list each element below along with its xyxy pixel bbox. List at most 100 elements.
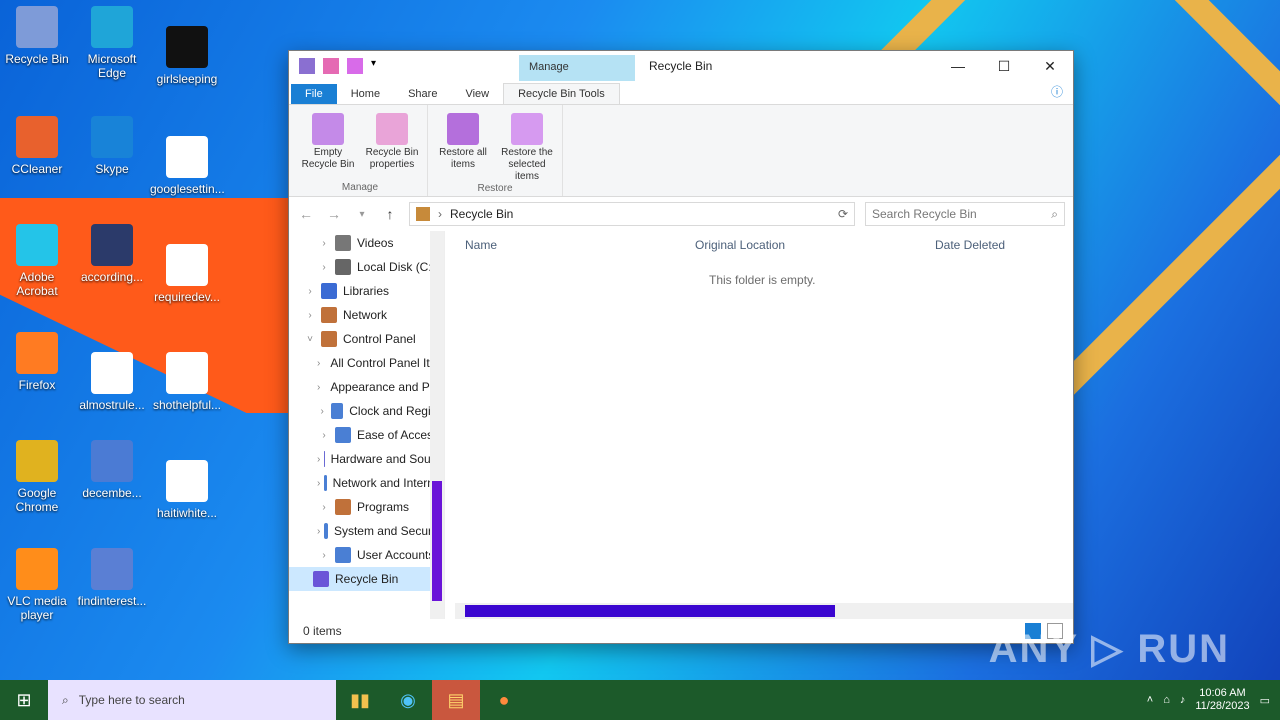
expand-chevron-icon[interactable]: › [317,406,327,417]
nav-tree-item[interactable]: › System and Security [289,519,444,543]
expand-chevron-icon[interactable]: › [317,238,331,249]
notification-icon[interactable]: ▭ [1260,694,1270,707]
tab-recycle-bin-tools[interactable]: Recycle Bin Tools [503,83,620,104]
nav-tree-item[interactable]: › Libraries [289,279,444,303]
desktop-icon-label: Skype [95,162,129,176]
tab-home[interactable]: Home [337,84,394,104]
address-bar[interactable]: › Recycle Bin ⟳ [409,202,855,226]
refresh-icon[interactable]: ⟳ [838,207,848,221]
new-folder-icon[interactable] [347,58,363,74]
nav-tree-item[interactable]: › Appearance and Personalization [289,375,444,399]
expand-chevron-icon[interactable]: › [317,358,320,369]
desktop-icon[interactable]: almostrule... [75,352,149,412]
folder-icon [321,331,337,347]
contextual-tool-tab[interactable]: Manage [519,55,635,81]
start-button[interactable]: ⊞ [0,680,48,720]
column-name[interactable]: Name [445,238,675,252]
expand-chevron-icon[interactable]: › [303,310,317,321]
desktop-icon[interactable]: according... [75,224,149,284]
desktop-icon[interactable]: Google Chrome [0,440,74,514]
nav-tree-item[interactable]: › Clock and Region [289,399,444,423]
desktop-icon[interactable]: requiredev... [150,244,224,304]
desktop-icon[interactable]: girlsleeping [150,26,224,86]
expand-chevron-icon[interactable]: ˅ [303,334,317,345]
forward-arrow-icon[interactable]: → [325,206,343,222]
recent-chevron-icon[interactable]: ▾ [353,209,371,220]
expand-chevron-icon[interactable]: › [317,430,331,441]
volume-icon[interactable]: ♪ [1180,694,1186,706]
nav-tree-item[interactable]: › Videos [289,231,444,255]
scroll-thumb[interactable] [432,481,442,601]
folder-icon [335,259,351,275]
edge-icon [91,6,133,48]
desktop-icon-label: Adobe Acrobat [16,270,58,298]
tab-file[interactable]: File [291,84,337,104]
minimize-button[interactable]: — [935,51,981,81]
nav-tree-item[interactable]: › Ease of Access [289,423,444,447]
desktop-icon[interactable]: findinterest... [75,548,149,608]
desktop-icon[interactable]: Microsoft Edge [75,6,149,80]
desktop-icon[interactable]: CCleaner [0,116,74,176]
desktop-icon[interactable]: Firefox [0,332,74,392]
nav-tree-item[interactable]: › Network [289,303,444,327]
file-explorer-icon[interactable]: ▤ [432,680,480,720]
desktop-icon-label: Firefox [18,378,56,392]
nav-tree-item[interactable]: › Hardware and Sound [289,447,444,471]
clock[interactable]: 10:06 AM 11/28/2023 [1195,687,1249,713]
nav-tree-item[interactable]: ˅ Control Panel [289,327,444,351]
desktop-icon[interactable]: Skype [75,116,149,176]
expand-chevron-icon[interactable]: › [317,550,331,561]
ribbon-group-manage: Empty Recycle Bin Recycle Bin properties… [293,105,428,196]
up-arrow-icon[interactable]: ↑ [381,206,399,222]
restore-selected-button[interactable]: Restore the selected items [496,109,558,183]
tab-view[interactable]: View [451,84,503,104]
nav-tree-label: Appearance and Personalization [330,380,444,394]
column-original-location[interactable]: Original Location [675,238,915,252]
clock-date: 11/28/2023 [1195,700,1250,712]
help-icon[interactable]: ⓘ [1041,83,1073,104]
desktop-icon[interactable]: Recycle Bin [0,6,74,66]
properties-icon[interactable] [323,58,339,74]
restore-all-button[interactable]: Restore all items [432,109,494,183]
expand-chevron-icon[interactable]: › [317,382,320,393]
desktop-icon[interactable]: haitiwhite... [150,460,224,520]
column-date-deleted[interactable]: Date Deleted [915,238,1005,252]
desktop-icon[interactable]: googlesettin... [150,136,225,196]
empty-recycle-bin-button[interactable]: Empty Recycle Bin [297,109,359,182]
desktop-icon[interactable]: VLC media player [0,548,74,622]
chevron-down-icon[interactable]: ▾ [371,58,387,74]
back-arrow-icon[interactable]: ← [297,206,315,222]
horizontal-scrollbar[interactable] [455,603,1073,619]
search-input[interactable]: Search Recycle Bin ⌕ [865,202,1065,226]
edge-icon[interactable]: ◉ [384,680,432,720]
nav-tree-item[interactable]: › User Accounts [289,543,444,567]
network-icon[interactable]: ⌂ [1163,694,1170,706]
nav-tree-item[interactable]: Recycle Bin [289,567,444,591]
nav-tree-item[interactable]: › Network and Internet [289,471,444,495]
expand-chevron-icon[interactable]: › [317,262,331,273]
nav-scrollbar[interactable] [430,231,444,619]
desktop-icon[interactable]: shothelpful... [150,352,224,412]
desktop-icon[interactable]: decembe... [75,440,149,500]
scroll-thumb[interactable] [465,605,835,617]
expand-chevron-icon[interactable]: › [317,526,320,537]
close-button[interactable]: ✕ [1027,51,1073,81]
nav-tree-item[interactable]: › Local Disk (C:) [289,255,444,279]
word-file-icon [91,224,133,266]
nav-tree-item[interactable]: › All Control Panel Items [289,351,444,375]
expand-chevron-icon[interactable]: › [303,286,317,297]
desktop-icon[interactable]: Adobe Acrobat [0,224,74,298]
tab-share[interactable]: Share [394,84,451,104]
recycle-bin-icon [312,113,344,145]
taskbar-search-input[interactable]: ⌕ Type here to search [48,680,336,720]
expand-chevron-icon[interactable]: › [317,478,320,489]
task-view-icon[interactable]: ▮▮ [336,680,384,720]
maximize-button[interactable]: ☐ [981,51,1027,81]
expand-chevron-icon[interactable]: › [317,502,331,513]
recycle-bin-properties-button[interactable]: Recycle Bin properties [361,109,423,182]
firefox-icon[interactable]: ● [480,680,528,720]
expand-chevron-icon[interactable]: › [317,454,320,465]
chevron-up-icon[interactable]: ˄ [1147,694,1153,706]
nav-tree-item[interactable]: › Programs [289,495,444,519]
breadcrumb[interactable]: Recycle Bin [450,207,513,221]
